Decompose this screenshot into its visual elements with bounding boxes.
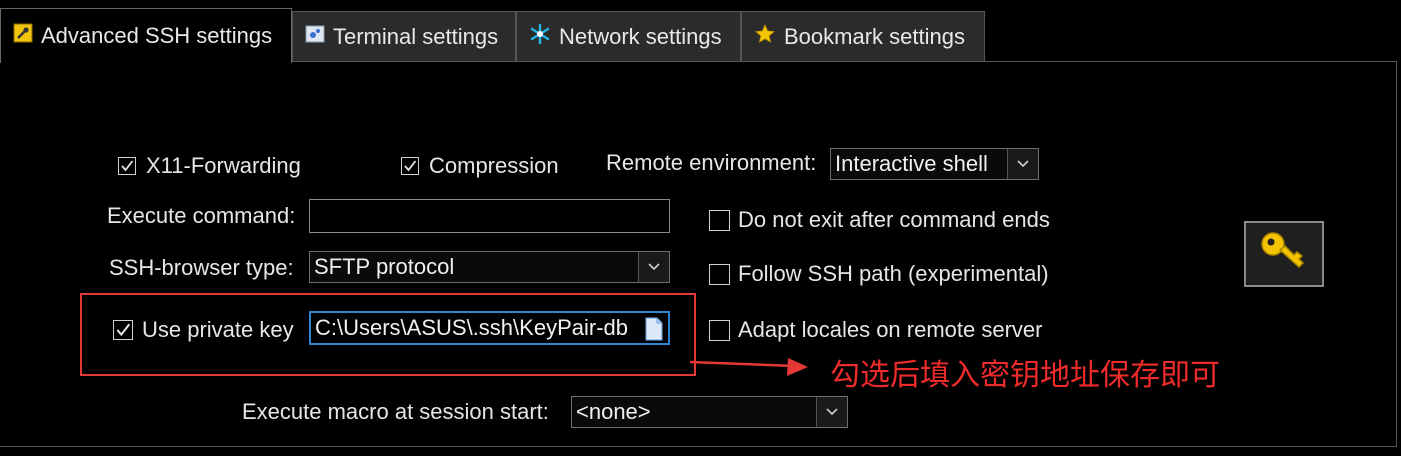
annotation-text: 勾选后填入密钥地址保存即可 bbox=[830, 359, 1220, 392]
tab-label: Bookmark settings bbox=[784, 23, 965, 49]
chevron-down-icon[interactable] bbox=[816, 397, 847, 427]
tab-label: Network settings bbox=[559, 23, 722, 49]
adapt-locales-checkbox[interactable] bbox=[709, 320, 730, 341]
use-private-key-label: Use private key bbox=[142, 317, 294, 342]
tab-label: Advanced SSH settings bbox=[41, 23, 273, 48]
remote-environment-value: Interactive shell bbox=[835, 151, 988, 176]
private-key-path-value: C:\Users\ASUS\.ssh\KeyPair-db bbox=[315, 315, 628, 340]
wrench-icon bbox=[13, 23, 33, 49]
remote-environment-label: Remote environment: bbox=[606, 150, 817, 175]
execute-macro-select[interactable]: <none> bbox=[571, 396, 848, 428]
execute-command-label: Execute command: bbox=[107, 203, 296, 228]
follow-ssh-path-label: Follow SSH path (experimental) bbox=[738, 261, 1049, 286]
tab-advanced-ssh-settings[interactable]: Advanced SSH settings bbox=[0, 8, 292, 63]
tab-label: Terminal settings bbox=[333, 23, 499, 49]
ssh-browser-type-value: SFTP protocol bbox=[314, 254, 455, 279]
use-private-key-checkbox[interactable] bbox=[113, 320, 133, 340]
terminal-icon bbox=[305, 24, 325, 50]
network-icon bbox=[529, 23, 551, 51]
key-button[interactable] bbox=[1244, 221, 1324, 287]
chevron-down-icon[interactable] bbox=[1007, 149, 1038, 179]
do-not-exit-checkbox[interactable] bbox=[709, 210, 730, 231]
tab-network-settings[interactable]: Network settings bbox=[516, 11, 741, 61]
do-not-exit-label: Do not exit after command ends bbox=[738, 207, 1050, 232]
x11-forwarding-checkbox[interactable] bbox=[118, 157, 136, 175]
chevron-down-icon[interactable] bbox=[638, 252, 669, 282]
x11-forwarding-label: X11-Forwarding bbox=[146, 153, 301, 178]
execute-command-input[interactable] bbox=[309, 199, 670, 233]
follow-ssh-path-checkbox[interactable] bbox=[709, 264, 730, 285]
remote-environment-select[interactable]: Interactive shell bbox=[830, 148, 1039, 180]
star-icon bbox=[754, 23, 776, 51]
execute-macro-value: <none> bbox=[576, 399, 651, 424]
execute-macro-label: Execute macro at session start: bbox=[242, 399, 549, 424]
ssh-browser-type-select[interactable]: SFTP protocol bbox=[309, 251, 670, 283]
compression-checkbox[interactable] bbox=[401, 157, 419, 175]
key-icon bbox=[1259, 229, 1309, 279]
file-browse-icon[interactable] bbox=[645, 317, 663, 343]
adapt-locales-label: Adapt locales on remote server bbox=[738, 317, 1043, 342]
tab-terminal-settings[interactable]: Terminal settings bbox=[292, 11, 516, 61]
tab-bookmark-settings[interactable]: Bookmark settings bbox=[741, 11, 985, 61]
compression-label: Compression bbox=[429, 153, 559, 178]
annotation-arrow bbox=[689, 354, 810, 386]
private-key-path-input[interactable]: C:\Users\ASUS\.ssh\KeyPair-db bbox=[309, 311, 670, 345]
ssh-browser-type-label: SSH-browser type: bbox=[109, 255, 294, 280]
